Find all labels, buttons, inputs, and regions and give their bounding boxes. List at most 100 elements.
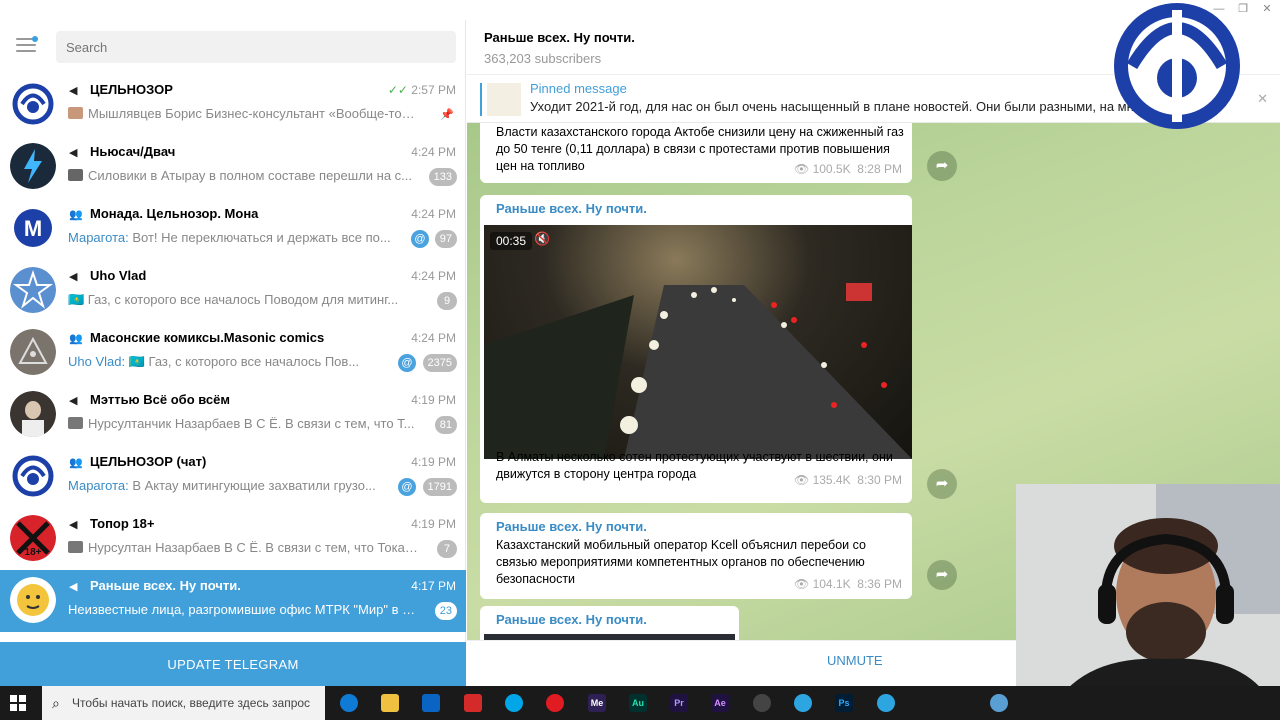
update-telegram-button[interactable]: UPDATE TELEGRAM [0,642,466,686]
outlook-icon[interactable] [422,694,440,712]
premiere-icon[interactable]: Pr [670,694,688,712]
audition-icon[interactable]: Au [629,694,647,712]
telegram-icon[interactable] [794,694,812,712]
watermark-logo [1110,0,1244,132]
chat-preview-text: 🇰🇿 Газ, с которого все началось Поводом … [68,292,399,307]
opera-icon[interactable] [546,694,564,712]
channel-icon: ◀ [69,147,78,159]
file-explorer-icon[interactable] [381,694,399,712]
chat-time: ✓✓ 2:57 PM [388,83,456,97]
share-icon[interactable]: ➦ [927,560,957,590]
unread-badge: 23 [434,602,457,620]
message-author: Раньше всех. Ну почти. [496,201,647,216]
group-icon: 👥 [69,209,83,221]
chat-item-masonic-comics[interactable]: 👥 Масонские комиксы.Masonic comics 4:24 … [0,322,466,384]
chat-title: Мэттью Всё обо всём [90,392,231,407]
avatar: M [10,205,56,251]
unread-badge: 9 [437,292,457,310]
chat-preview-text: 🇰🇿 Газ, с которого все началось Пов... [125,354,360,369]
group-icon: 👥 [69,333,83,345]
chat-item-newsach[interactable]: ◀ Ньюсач/Двач 4:24 PM Силовики в Атырау … [0,136,466,198]
chat-preview: Нурсултан Назарбаев В С Ё. В связи с тем… [68,540,418,555]
message-author: Раньше всех. Ну почти. [496,612,647,627]
mention-badge: @ [398,354,416,372]
channel-icon: ◀ [69,581,78,593]
video-duration: 00:35 [490,232,533,250]
chat-preview: Силовики в Атырау в полном составе переш… [68,168,418,183]
edge-icon[interactable] [340,694,358,712]
pinned-label: Pinned message [530,81,627,96]
unread-badge: 1791 [422,478,457,496]
read-check-icon: ✓✓ [387,83,408,97]
chat-item-matthew[interactable]: ◀ Мэттью Всё обо всём 4:19 PM Нурсултанч… [0,384,466,446]
preview-sender: Uho Vlad: [68,354,126,369]
chat-time: 4:19 PM [411,393,456,407]
chat-time-text: 2:57 PM [411,83,456,97]
channel-icon: ◀ [69,271,78,283]
mute-icon[interactable]: 🔇 [534,231,550,247]
chat-preview: Uho Vlad: 🇰🇿 Газ, с которого все началос… [68,354,388,370]
unmute-button[interactable]: UNMUTE [827,653,883,668]
preview-sender: Марагота: [68,478,129,493]
chat-item-monada[interactable]: M 👥 Монада. Цельнозор. Мона 4:24 PM Мара… [0,198,466,260]
chat-item-tselnozor[interactable]: ◀ ЦЕЛЬНОЗОР ✓✓ 2:57 PM Мышлявцев Борис Б… [0,74,466,136]
chat-preview-text: Силовики в Атырау в полном составе переш… [88,168,413,183]
channel-icon: ◀ [69,519,78,531]
preview-sender: Марагота: [68,230,129,245]
message-bubble: Власти казахстанского города Актобе сниз… [480,123,912,183]
taskbar-search-text: Чтобы начать поиск, введите здесь запрос [72,696,311,710]
avatar [10,81,56,127]
share-icon[interactable]: ➦ [927,151,957,181]
preview-thumbnail [68,417,83,429]
chat-item-ranshe-vseh[interactable]: ◀ Раньше всех. Ну почти. 4:17 PM Неизвес… [0,570,466,632]
chat-title: ЦЕЛЬНОЗОР (чат) [90,454,207,469]
avatar [10,267,56,313]
message-time: 8:28 PM [857,162,902,176]
chat-preview-text: Нурсултан Назарбаев В С Ё. В связи с тем… [88,540,418,555]
message-bubble: Раньше всех. Ну почти. Казахстанский моб… [480,513,912,599]
svg-text:18+: 18+ [25,547,42,558]
weather-icon[interactable] [990,694,1008,712]
photoshop-icon[interactable]: Ps [835,694,853,712]
skype-icon[interactable] [505,694,523,712]
chat-preview-text: Нурсултанчик Назарбаев В С Ё. В связи с … [88,416,415,431]
chat-preview-text: Неизвестные лица, разгромившие офис МТРК… [68,602,418,617]
message-bubble: Раньше всех. Ну почти. [480,606,739,640]
after-effects-icon[interactable]: Ae [711,694,729,712]
chat-title: Монада. Цельнозор. Мона [90,206,259,221]
message-time: 8:30 PM [857,473,902,487]
telegram-icon-2[interactable] [877,694,895,712]
chat-preview: Неизвестные лица, разгромившие офис МТРК… [68,602,418,617]
view-count: 104.1K [812,577,851,591]
chat-item-uho-vlad[interactable]: ◀ Uho Vlad 4:24 PM 🇰🇿 Газ, с которого вс… [0,260,466,322]
message-meta: 👁 135.4K 8:30 PM [794,473,902,487]
message-author: Раньше всех. Ну почти. [496,519,647,534]
avatar [10,391,56,437]
acrobat-icon[interactable] [464,694,482,712]
chat-title: ЦЕЛЬНОЗОР [90,82,173,97]
search-input[interactable] [56,31,456,63]
media-encoder-icon[interactable]: Me [588,694,606,712]
pinned-thumbnail [487,83,521,116]
close-icon[interactable]: ✕ [1260,3,1274,15]
chat-title: Масонские комиксы.Masonic comics [90,330,325,345]
group-icon: 👥 [69,457,83,469]
taskbar-search[interactable]: ⌕ Чтобы начать поиск, введите здесь запр… [42,686,325,720]
avatar [10,577,56,623]
obs-icon[interactable] [753,694,771,712]
video-player[interactable]: 00:35 🔇 [484,225,912,459]
channel-icon: ◀ [69,395,78,407]
chat-item-topor[interactable]: 18+ ◀ Топор 18+ 4:19 PM Нурсултан Назарб… [0,508,466,570]
webcam-overlay [1016,484,1280,720]
channel-title: Раньше всех. Ну почти. [484,30,635,45]
windows-start-icon[interactable] [10,695,26,711]
chat-item-tselnozor-chat[interactable]: 👥 ЦЕЛЬНОЗОР (чат) 4:19 PM Марагота: В Ак… [0,446,466,508]
chat-time: 4:19 PM [411,455,456,469]
mention-badge: @ [398,478,416,496]
unpin-icon[interactable]: ✕ [1257,91,1268,107]
share-icon[interactable]: ➦ [927,469,957,499]
chat-preview: Мышлявцев Борис Бизнес-консультант «Вооб… [68,106,418,121]
notification-dot [32,36,38,42]
pinned-accent-bar [480,83,482,116]
chat-preview-text: Мышлявцев Борис Бизнес-консультант «Вооб… [88,106,418,121]
